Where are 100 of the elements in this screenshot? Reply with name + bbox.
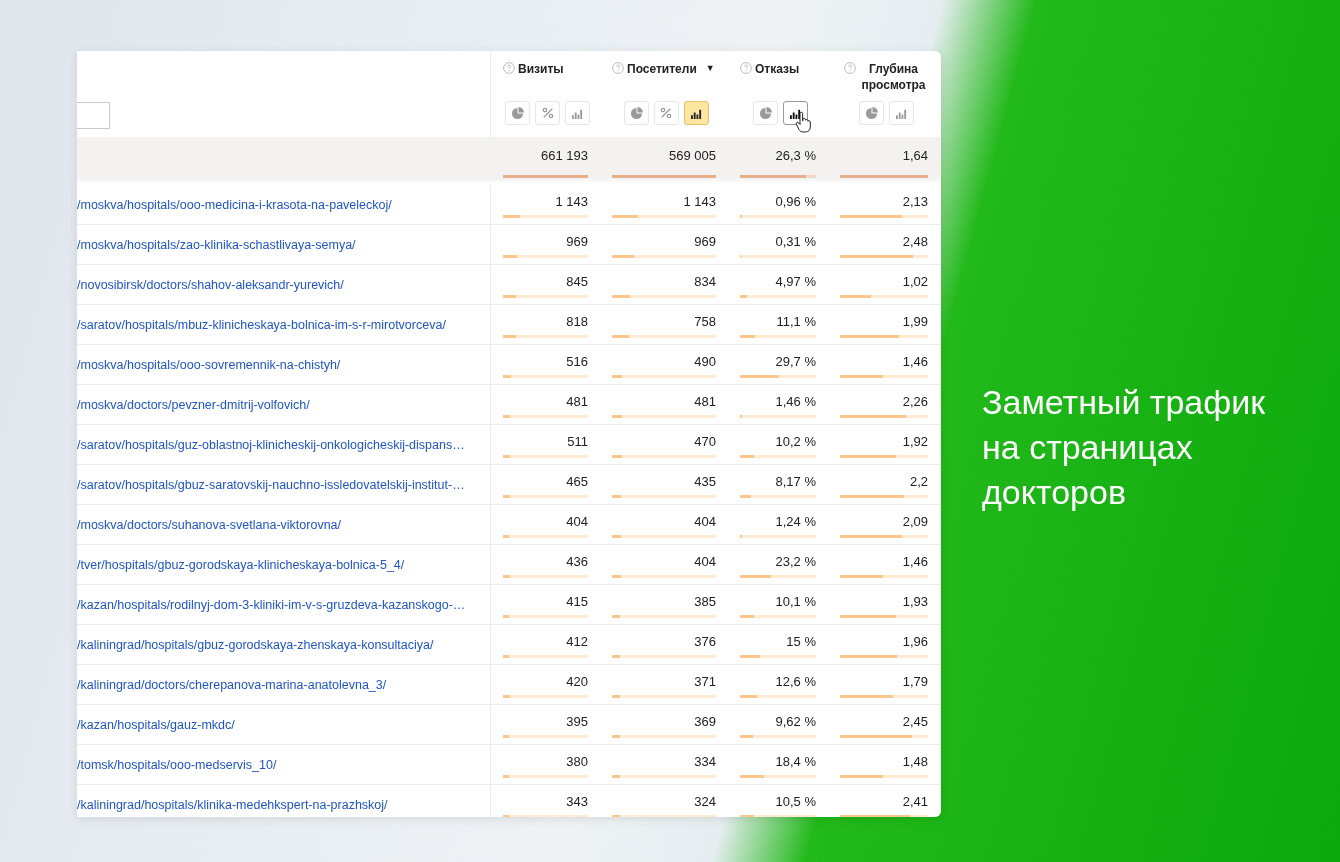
table-cell: 969: [566, 234, 588, 249]
bar-chart-icon: [894, 107, 908, 119]
table-cell: 969: [694, 234, 716, 249]
page-url-link[interactable]: /kaliningrad/hospitals/gbuz-gorodskaya-zhenskaya-konsultaciya/: [77, 637, 434, 652]
table-cell: 1,46 %: [775, 394, 816, 409]
table-cell: 1,48: [902, 754, 928, 769]
help-icon[interactable]: [503, 62, 515, 74]
table-cell: 404: [694, 514, 716, 529]
total-value: 569 005: [669, 148, 716, 163]
bar-chart-icon: [788, 107, 802, 119]
page-url-link[interactable]: /saratov/hospitals/gbuz-saratovskij-nauchno-issledovatelskij-institut-…: [77, 477, 465, 492]
page-url-link[interactable]: /saratov/hospitals/guz-oblastnoj-klinicheskij-onkologicheskij-dispans…: [77, 437, 465, 452]
pie-chart-icon: [629, 106, 643, 120]
total-value: 661 193: [541, 148, 588, 163]
total-value: 1,64: [902, 148, 928, 163]
table-cell: 380: [566, 754, 588, 769]
table-cell: 758: [694, 314, 716, 329]
percent-icon: [541, 107, 554, 119]
table-cell: 0,96 %: [775, 194, 816, 209]
sort-indicator[interactable]: ▼: [705, 63, 715, 73]
pie-chart-button[interactable]: [505, 101, 530, 125]
table-cell: 10,2 %: [775, 434, 816, 449]
column-title[interactable]: Посетители: [627, 61, 697, 77]
table-cell: 10,1 %: [775, 594, 816, 609]
page-url-link[interactable]: /saratov/hospitals/mbuz-klinicheskaya-bolnica-im-s-r-mirotvorceva/: [77, 317, 446, 332]
table-cell: 470: [694, 434, 716, 449]
percent-button[interactable]: [535, 101, 560, 125]
table-cell: 1 143: [555, 194, 588, 209]
table-cell: 8,17 %: [775, 474, 816, 489]
table-cell: 2,09: [902, 514, 928, 529]
table-cell: 404: [566, 514, 588, 529]
help-icon[interactable]: [612, 62, 624, 74]
table-cell: 1,96: [902, 634, 928, 649]
headline: Заметный трафик на страницах докторов: [982, 382, 1267, 513]
table-cell: 2,48: [902, 234, 928, 249]
pie-chart-button[interactable]: [623, 101, 649, 125]
table-cell: 404: [694, 554, 716, 569]
table-cell: 834: [694, 274, 716, 289]
table-cell: 12,6 %: [775, 674, 816, 689]
column-title[interactable]: Глубина просмотра: [858, 61, 929, 93]
table-cell: 1 143: [683, 194, 716, 209]
total-value: 26,3 %: [775, 148, 816, 163]
table-cell: 465: [566, 474, 588, 489]
input-field[interactable]: [77, 102, 110, 129]
table-cell: 395: [566, 714, 588, 729]
help-icon[interactable]: [843, 62, 856, 74]
column-title[interactable]: Отказы: [755, 61, 800, 77]
table-cell: 1,46: [902, 354, 928, 369]
page-url-link[interactable]: /kazan/hospitals/gauz-mkdc/: [77, 717, 235, 732]
table-cell: 324: [694, 794, 716, 809]
table-cell: 2,45: [902, 714, 928, 729]
page-url-link[interactable]: /moskva/doctors/pevzner-dmitrij-volfovich/: [77, 397, 310, 412]
bar-chart-icon: [689, 107, 703, 119]
hand-cursor-icon: [795, 111, 811, 133]
table-cell: 18,4 %: [775, 754, 816, 769]
table-cell: 490: [694, 354, 716, 369]
pie-chart-button[interactable]: [858, 101, 884, 125]
table-cell: 412: [566, 634, 588, 649]
page-url-link[interactable]: /tomsk/hospitals/ooo-medservis_10/: [77, 757, 277, 772]
table-cell: 2,2: [909, 474, 928, 489]
pie-chart-icon: [758, 106, 772, 120]
help-icon[interactable]: [740, 62, 752, 74]
table-cell: 1,99: [902, 314, 928, 329]
percent-icon: [660, 107, 672, 119]
table-cell: 1,02: [902, 274, 928, 289]
page-url-link[interactable]: /moskva/hospitals/ooo-medicina-i-krasota-na-paveleckoj/: [77, 197, 392, 212]
table-cell: 435: [694, 474, 716, 489]
table-cell: 11,1 %: [776, 314, 816, 329]
table-cell: 2,13: [902, 194, 928, 209]
table-cell: 481: [566, 394, 588, 409]
table-cell: 29,7 %: [775, 354, 816, 369]
table-cell: 845: [566, 274, 588, 289]
page-url-link[interactable]: /kaliningrad/doctors/cherepanova-marina-anatolevna_3/: [77, 677, 387, 692]
table-cell: 334: [694, 754, 716, 769]
page-url-link[interactable]: /kazan/hospitals/rodilnyj-dom-3-kliniki-im-v-s-gruzdeva-kazanskogo-…: [77, 597, 466, 612]
table-cell: 369: [694, 714, 716, 729]
table-cell: 2,26: [902, 394, 928, 409]
table-cell: 4,97 %: [775, 274, 816, 289]
table-cell: 1,93: [902, 594, 928, 609]
table-cell: 1,79: [902, 674, 928, 689]
table-cell: 420: [566, 674, 588, 689]
page-url-link[interactable]: /tver/hospitals/gbuz-gorodskaya-klinicheskaya-bolnica-5_4/: [77, 557, 405, 572]
table-cell: 10,5 %: [775, 794, 816, 809]
table-cell: 1,92: [902, 434, 928, 449]
table-cell: 1,24 %: [775, 514, 816, 529]
page-url-link[interactable]: /moskva/doctors/suhanova-svetlana-viktorovna/: [77, 517, 341, 532]
page-url-link[interactable]: /novosibirsk/doctors/shahov-aleksandr-yurevich/: [77, 277, 344, 292]
page-url-link[interactable]: /kaliningrad/hospitals/klinika-medehkspert-na-prazhskoj/: [77, 797, 388, 812]
bar-chart-button[interactable]: [683, 101, 709, 125]
page-url-link[interactable]: /moskva/hospitals/zao-klinika-schastlivaya-semya/: [77, 237, 356, 252]
page-url-link[interactable]: /moskva/hospitals/ooo-sovremennik-na-chistyh/: [77, 357, 341, 372]
table-cell: 15 %: [786, 634, 816, 649]
table-cell: 516: [566, 354, 588, 369]
table-cell: 23,2 %: [775, 554, 816, 569]
pie-chart-icon: [864, 106, 878, 120]
table-cell: 385: [694, 594, 716, 609]
table-cell: 415: [566, 594, 588, 609]
table-cell: 9,62 %: [775, 714, 816, 729]
table-cell: 376: [694, 634, 716, 649]
column-title[interactable]: Визиты: [518, 61, 564, 77]
